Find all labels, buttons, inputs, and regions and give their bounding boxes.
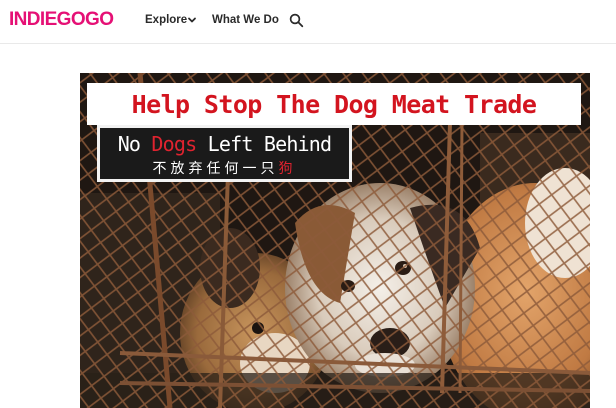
subtitle-chinese: 不放弃任何一只狗 bbox=[100, 158, 349, 178]
chevron-down-icon[interactable] bbox=[187, 15, 197, 25]
chinese-highlight: 狗 bbox=[278, 161, 297, 177]
campaign-hero-image[interactable]: Help Stop The Dog Meat Trade No Dogs Lef… bbox=[80, 73, 590, 408]
campaign-title: Help Stop The Dog Meat Trade bbox=[131, 89, 537, 119]
chinese-before: 不放弃任何一只 bbox=[152, 161, 279, 177]
subtitle-after: Left Behind bbox=[196, 132, 332, 156]
subtitle-highlight: Dogs bbox=[151, 132, 197, 156]
search-icon[interactable] bbox=[289, 13, 304, 28]
campaign-subtitle-banner: No Dogs Left Behind 不放弃任何一只狗 bbox=[97, 125, 352, 182]
site-header: INDIEGOGO Explore What We Do bbox=[0, 0, 616, 44]
subtitle-before: No bbox=[117, 132, 152, 156]
subtitle-english: No Dogs Left Behind bbox=[100, 132, 349, 156]
indiegogo-logo[interactable]: INDIEGOGO bbox=[9, 9, 114, 31]
nav-what-we-do[interactable]: What We Do bbox=[212, 13, 279, 28]
nav-explore[interactable]: Explore bbox=[145, 13, 187, 28]
campaign-title-banner: Help Stop The Dog Meat Trade bbox=[87, 83, 581, 125]
